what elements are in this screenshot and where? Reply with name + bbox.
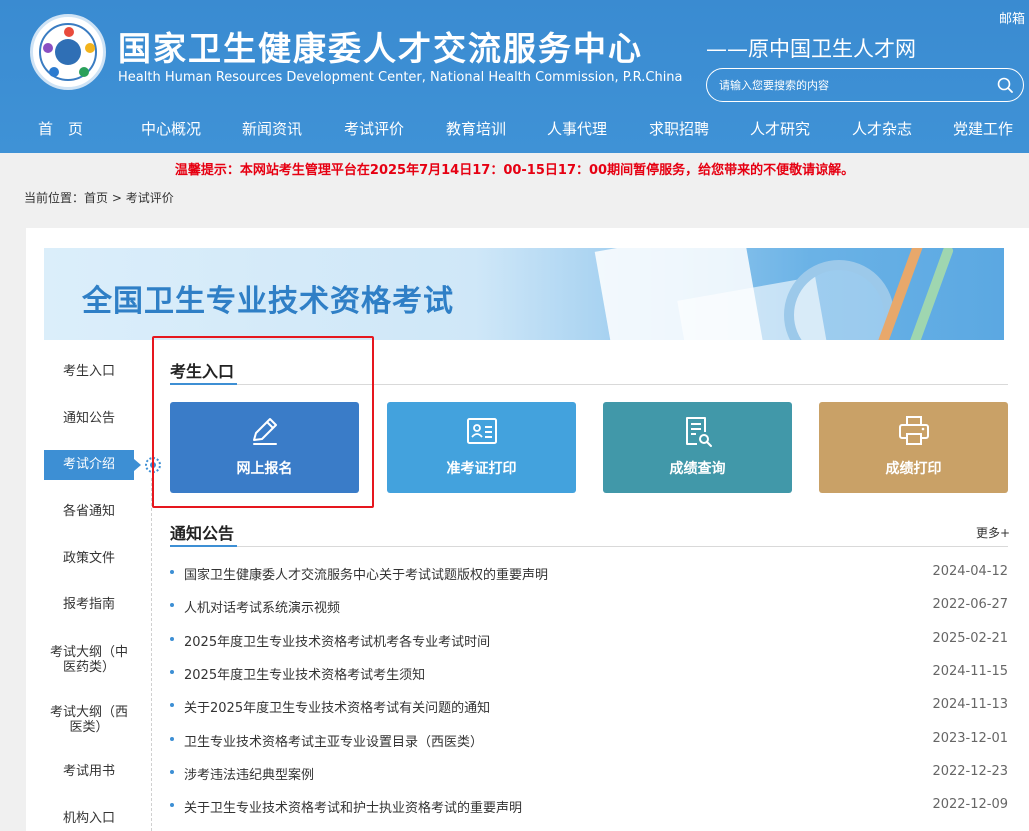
news-item[interactable]: 关于2025年度卫生专业技术资格考试有关问题的通知 2024-11-13 (170, 696, 1008, 716)
breadcrumb-prefix: 当前位置： (24, 191, 85, 205)
bullet-icon (170, 570, 174, 574)
news-item[interactable]: 卫生专业技术资格考试主亚专业设置目录（西医类） 2023-12-01 (170, 730, 1008, 750)
logo-figure (64, 27, 74, 37)
news-date: 2024-04-12 (932, 564, 1008, 579)
news-section-underline (170, 545, 237, 547)
nav-item-home[interactable]: 首 页 (38, 108, 83, 150)
news-title[interactable]: 涉考违法违纪典型案例 (184, 764, 314, 783)
logo-figure (79, 67, 89, 77)
maintenance-notice: 温馨提示：本网站考生管理平台在2025年7月14日17：00-15日17：00期… (174, 163, 855, 178)
bullet-icon (170, 703, 174, 707)
nav-item-personnel[interactable]: 人事代理 (547, 108, 607, 150)
sidebar-item-policy[interactable]: 政策文件 (44, 551, 134, 566)
banner-title: 全国卫生专业技术资格考试 (82, 284, 454, 319)
nav-item-news[interactable]: 新闻资讯 (242, 108, 302, 150)
printer-icon (899, 416, 929, 445)
news-date: 2022-12-09 (932, 797, 1008, 812)
news-date: 2024-11-15 (932, 664, 1008, 679)
breadcrumb-current[interactable]: 考试评价 (126, 191, 174, 205)
news-title[interactable]: 人机对话考试系统演示视频 (184, 597, 340, 616)
score-print-button[interactable]: 成绩打印 (819, 402, 1008, 493)
tile-label: 成绩查询 (669, 461, 726, 477)
magnifier-icon (784, 260, 894, 340)
main-nav: 首 页 中心概况 新闻资讯 考试评价 教育培训 人事代理 求职招聘 人才研究 人… (0, 108, 1029, 153)
logo-core (55, 39, 81, 65)
active-arrow-icon (134, 459, 141, 471)
news-title[interactable]: 2025年度卫生专业技术资格考试机考各专业考试时间 (184, 631, 490, 650)
news-title[interactable]: 卫生专业技术资格考试主亚专业设置目录（西医类） (184, 731, 483, 750)
news-date: 2023-12-01 (932, 731, 1008, 746)
news-date: 2025-02-21 (932, 631, 1008, 646)
news-title[interactable]: 关于2025年度卫生专业技术资格考试有关问题的通知 (184, 697, 490, 716)
sidebar-item-syllabus-tcm[interactable]: 考试大纲（中医药类） (44, 645, 134, 675)
news-section-title: 通知公告 (170, 524, 235, 543)
nav-item-exam[interactable]: 考试评价 (344, 108, 404, 150)
search-icon[interactable] (997, 77, 1013, 93)
news-date: 2022-06-27 (932, 597, 1008, 612)
document-search-icon (686, 417, 712, 447)
search-box (706, 68, 1024, 102)
news-item[interactable]: 涉考违法违纪典型案例 2022-12-23 (170, 763, 1008, 783)
sidebar-divider (151, 478, 152, 831)
logo-figure (43, 43, 53, 53)
nav-item-jobs[interactable]: 求职招聘 (649, 108, 709, 150)
sidebar-item-candidate-entry[interactable]: 考生入口 (44, 364, 134, 379)
nav-item-research[interactable]: 人才研究 (750, 108, 810, 150)
mailbox-link[interactable]: 邮箱 (999, 8, 1025, 27)
news-title[interactable]: 2025年度卫生专业技术资格考试考生须知 (184, 664, 425, 683)
admission-ticket-print-button[interactable]: 准考证打印 (387, 402, 576, 493)
sidebar-item-provincial[interactable]: 各省通知 (44, 504, 134, 519)
site-subtitle: ——原中国卫生人才网 (706, 37, 916, 61)
bullet-icon (170, 770, 174, 774)
news-item[interactable]: 人机对话考试系统演示视频 2022-06-27 (170, 596, 1008, 616)
breadcrumb-separator: > (108, 191, 126, 205)
tile-label: 准考证打印 (446, 461, 517, 477)
news-date: 2022-12-23 (932, 764, 1008, 779)
news-title[interactable]: 国家卫生健康委人才交流服务中心关于考试试题版权的重要声明 (184, 564, 548, 583)
site-title: 国家卫生健康委人才交流服务中心 (118, 29, 643, 68)
bullet-icon (170, 637, 174, 641)
bullet-icon (170, 737, 174, 741)
search-input[interactable] (719, 69, 989, 101)
sidebar-item-books[interactable]: 考试用书 (44, 764, 134, 779)
tile-label: 成绩打印 (885, 461, 942, 477)
news-item[interactable]: 国家卫生健康委人才交流服务中心关于考试试题版权的重要声明 2024-04-12 (170, 563, 1008, 583)
nav-item-party[interactable]: 党建工作 (953, 108, 1013, 150)
sidebar-item-exam-intro[interactable]: 考试介绍 (44, 450, 134, 480)
sidebar-item-notices[interactable]: 通知公告 (44, 411, 134, 426)
news-section-rule (170, 546, 1008, 547)
news-item[interactable]: 2025年度卫生专业技术资格考试机考各专业考试时间 2025-02-21 (170, 630, 1008, 650)
sidebar-item-guide[interactable]: 报考指南 (44, 597, 134, 612)
bullet-icon (170, 803, 174, 807)
logo-figure (49, 67, 59, 77)
sidebar-item-syllabus-western[interactable]: 考试大纲（西医类） (44, 705, 134, 735)
news-item[interactable]: 2025年度卫生专业技术资格考试考生须知 2024-11-15 (170, 663, 1008, 683)
nav-item-magazine[interactable]: 人才杂志 (852, 108, 912, 150)
bullet-icon (170, 603, 174, 607)
score-query-button[interactable]: 成绩查询 (603, 402, 792, 493)
news-item[interactable]: 关于卫生专业技术资格考试和护士执业资格考试的重要声明 2022-12-09 (170, 796, 1008, 816)
site-logo[interactable] (30, 14, 106, 90)
highlight-box (152, 336, 374, 508)
logo-figure (85, 43, 95, 53)
news-title[interactable]: 关于卫生专业技术资格考试和护士执业资格考试的重要声明 (184, 797, 522, 816)
more-link[interactable]: 更多+ (976, 524, 1029, 541)
bullet-icon (170, 670, 174, 674)
exam-banner: 全国卫生专业技术资格考试 (44, 248, 1004, 340)
id-card-icon (467, 418, 497, 444)
breadcrumb: 当前位置：首页 > 考试评价 (24, 189, 174, 206)
sidebar-item-institutions[interactable]: 机构入口 (44, 811, 134, 826)
nav-item-training[interactable]: 教育培训 (446, 108, 506, 150)
nav-item-about[interactable]: 中心概况 (141, 108, 201, 150)
site-title-english: Health Human Resources Development Cente… (118, 70, 683, 85)
news-date: 2024-11-13 (932, 697, 1008, 712)
breadcrumb-home[interactable]: 首页 (84, 191, 108, 205)
site-header: 邮箱 国家卫生健康委人才交流服务中心 Health Human Resource… (0, 0, 1029, 153)
